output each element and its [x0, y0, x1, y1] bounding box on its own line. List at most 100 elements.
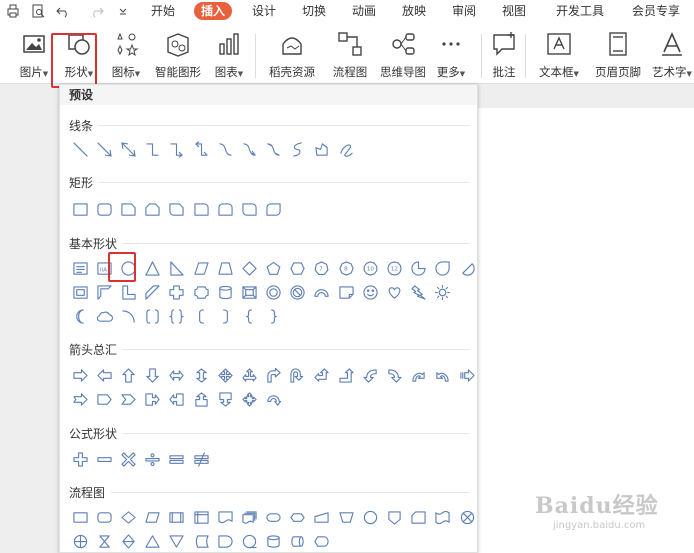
fc-extract-shape-button[interactable]	[141, 529, 165, 552]
donut-shape-button[interactable]	[262, 280, 286, 304]
pie-shape-button[interactable]	[407, 256, 431, 280]
fc-predefined-shape-button[interactable]	[165, 505, 189, 529]
curve-double-arrow-shape-button[interactable]	[262, 137, 286, 161]
fc-manualop-shape-button[interactable]	[334, 505, 358, 529]
textbox-shape-button[interactable]	[68, 256, 92, 280]
snip2-rect-shape-button[interactable]	[141, 197, 165, 221]
noentry-shape-button[interactable]	[286, 280, 310, 304]
arrow-leftrightup-shape-button[interactable]	[237, 363, 261, 387]
double-arrow-line-shape-button[interactable]	[116, 137, 140, 161]
plaque-shape-button[interactable]	[189, 280, 213, 304]
fc-decision-shape-button[interactable]	[116, 505, 140, 529]
arrow-leftright-shape-button[interactable]	[165, 363, 189, 387]
lightning-shape-button[interactable]	[407, 280, 431, 304]
customize-icon[interactable]	[115, 3, 131, 19]
fc-data-shape-button[interactable]	[141, 505, 165, 529]
arrow-curvedleft-shape-button[interactable]	[382, 363, 406, 387]
arrow-curveddown-shape-button[interactable]	[431, 363, 455, 387]
fc-document-shape-button[interactable]	[213, 505, 237, 529]
smiley-shape-button[interactable]	[358, 280, 382, 304]
tab-8[interactable]: 开发工具	[556, 2, 604, 20]
leftbracket-shape-button[interactable]	[189, 304, 213, 328]
decagon-shape-button[interactable]: 10	[358, 256, 382, 280]
arrow-leftup-shape-button[interactable]	[310, 363, 334, 387]
arrow-bentup-shape-button[interactable]	[334, 363, 358, 387]
elbow-shape-button[interactable]	[141, 137, 165, 161]
arrow-uturn-shape-button[interactable]	[286, 363, 310, 387]
fc-multidoc-shape-button[interactable]	[237, 505, 261, 529]
foldedcorner-shape-button[interactable]	[334, 280, 358, 304]
bevel-shape-button[interactable]	[237, 280, 261, 304]
leftbrace-shape-button[interactable]	[237, 304, 261, 328]
divide-shape-button[interactable]	[141, 447, 165, 471]
octagon-shape-button[interactable]: 8	[334, 256, 358, 280]
hexagon-shape-button[interactable]	[286, 256, 310, 280]
triangle-shape-button[interactable]	[141, 256, 165, 280]
arrow-right-shape-button[interactable]	[68, 363, 92, 387]
notequal-shape-button[interactable]	[189, 447, 213, 471]
fc-internalstorage-shape-button[interactable]	[189, 505, 213, 529]
curve-shape-button[interactable]	[213, 137, 237, 161]
arrow-line-shape-button[interactable]	[92, 137, 116, 161]
fc-or-shape-button[interactable]	[68, 529, 92, 552]
fc-display-shape-button[interactable]	[310, 529, 334, 552]
cross-shape-button[interactable]	[165, 280, 189, 304]
equal-shape-button[interactable]	[165, 447, 189, 471]
arrow-curvedright-shape-button[interactable]	[358, 363, 382, 387]
fc-punchedtape-shape-button[interactable]	[431, 505, 455, 529]
rightbrace-shape-button[interactable]	[262, 304, 286, 328]
fc-alternate-shape-button[interactable]	[92, 505, 116, 529]
diagstripe-shape-button[interactable]	[141, 280, 165, 304]
tab-9[interactable]: 会员专享	[632, 2, 680, 20]
elbow-arrow-shape-button[interactable]	[165, 137, 189, 161]
arc-shape-button[interactable]	[116, 304, 140, 328]
scribble-shape-button[interactable]	[334, 137, 358, 161]
freeform-shape-shape-button[interactable]	[310, 137, 334, 161]
freeform-shape-button[interactable]	[286, 137, 310, 161]
cloud-shape-button[interactable]	[92, 304, 116, 328]
heart-shape-button[interactable]	[382, 280, 406, 304]
print-icon[interactable]	[5, 3, 21, 19]
fc-connector-shape-button[interactable]	[358, 505, 382, 529]
doublebracket-shape-button[interactable]	[141, 304, 165, 328]
arrow-bent-shape-button[interactable]	[262, 363, 286, 387]
tab-0[interactable]: 开始	[151, 2, 175, 20]
fc-preparation-shape-button[interactable]	[286, 505, 310, 529]
arrow-quad-shape-button[interactable]	[213, 363, 237, 387]
chart-button[interactable]: 图表▼	[211, 30, 247, 82]
redo-icon[interactable]	[89, 3, 105, 19]
heptagon-shape-button[interactable]: 7	[310, 256, 334, 280]
elbow-double-arrow-shape-button[interactable]	[189, 137, 213, 161]
fc-sort-shape-button[interactable]	[116, 529, 140, 552]
fc-merge-shape-button[interactable]	[165, 529, 189, 552]
round2-rect-shape-button[interactable]	[213, 197, 237, 221]
tab-3[interactable]: 切换	[302, 2, 326, 20]
fc-manualinput-shape-button[interactable]	[310, 505, 334, 529]
tab-6[interactable]: 审阅	[452, 2, 476, 20]
round-rect-shape-button[interactable]	[92, 197, 116, 221]
arrow-curvedup-shape-button[interactable]	[407, 363, 431, 387]
chevron-shape-button[interactable]	[116, 387, 140, 411]
teardrop-shape-button[interactable]	[431, 256, 455, 280]
parallelogram-shape-button[interactable]	[189, 256, 213, 280]
tab-2[interactable]: 设计	[252, 2, 276, 20]
fc-offpage-shape-button[interactable]	[382, 505, 406, 529]
comment-button[interactable]: 批注	[489, 30, 519, 82]
diamond-shape-button[interactable]	[237, 256, 261, 280]
callout-up-shape-button[interactable]	[189, 387, 213, 411]
curve-arrow-shape-button[interactable]	[237, 137, 261, 161]
callout-left-shape-button[interactable]	[165, 387, 189, 411]
arrow-down-shape-button[interactable]	[141, 363, 165, 387]
frame-shape-button[interactable]	[68, 280, 92, 304]
blockarc-shape-button[interactable]	[310, 280, 334, 304]
print-preview-icon[interactable]	[30, 3, 46, 19]
doublebrace-shape-button[interactable]	[165, 304, 189, 328]
lshape-shape-button[interactable]	[116, 280, 140, 304]
moon-shape-button[interactable]	[68, 304, 92, 328]
undo-icon[interactable]	[55, 3, 71, 19]
smart-graphic-button[interactable]: 智能图形	[152, 30, 204, 82]
flowchart-button[interactable]: 流程图	[330, 30, 370, 82]
plus-shape-button[interactable]	[68, 447, 92, 471]
minus-shape-button[interactable]	[92, 447, 116, 471]
chord-shape-button[interactable]	[455, 256, 477, 280]
